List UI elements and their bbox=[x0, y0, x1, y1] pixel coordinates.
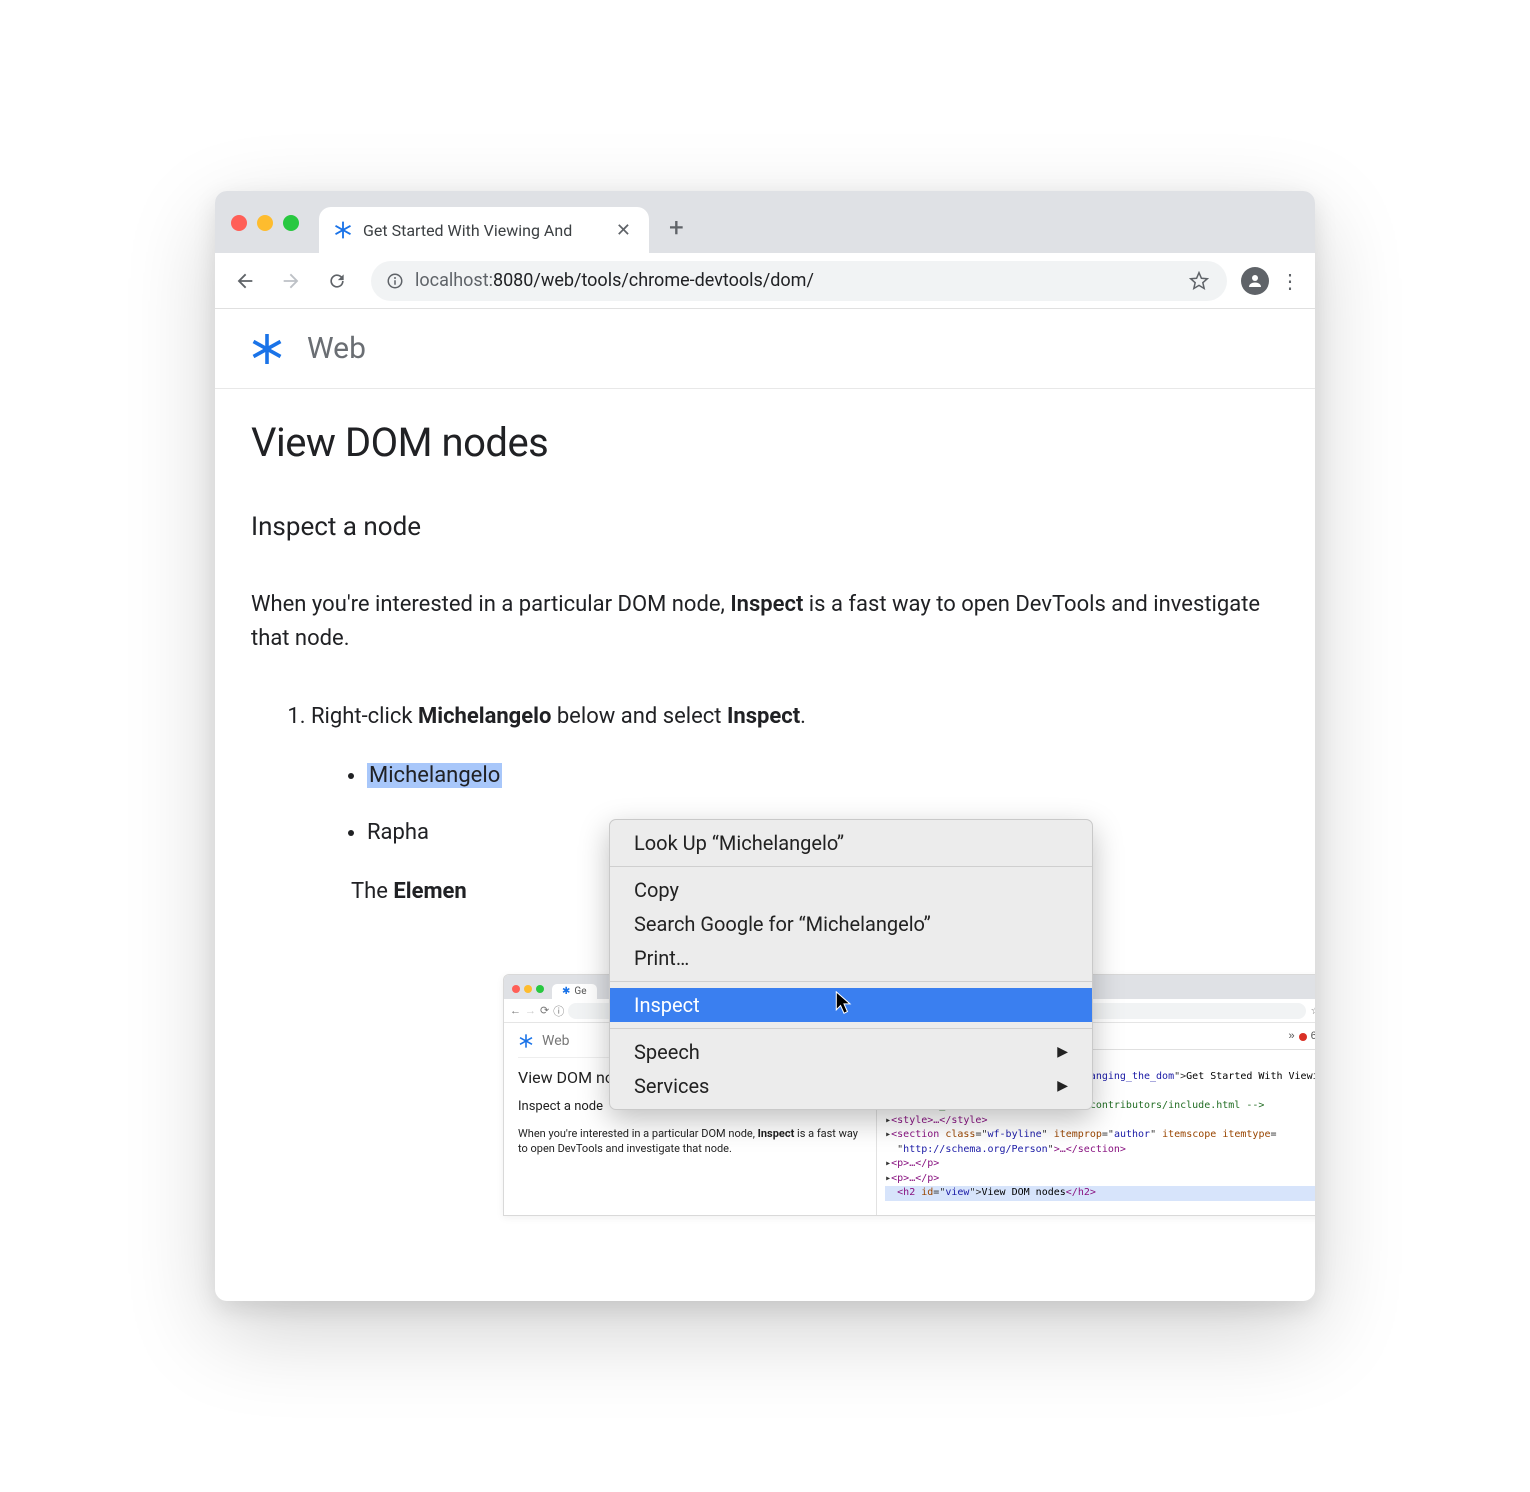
menu-separator bbox=[610, 866, 1092, 867]
bookmark-icon[interactable] bbox=[1189, 271, 1213, 291]
back-icon: ← bbox=[510, 1004, 521, 1017]
address-bar[interactable]: localhost:8080/web/tools/chrome-devtools… bbox=[371, 261, 1227, 301]
forward-icon: → bbox=[525, 1004, 536, 1017]
new-tab-button[interactable]: + bbox=[669, 213, 684, 243]
menu-separator bbox=[610, 981, 1092, 982]
tab-title: Get Started With Viewing And bbox=[363, 221, 600, 240]
close-window-button[interactable] bbox=[231, 215, 247, 231]
code-line: ▸<p>…</p> bbox=[885, 1157, 1315, 1172]
menu-separator bbox=[610, 1028, 1092, 1029]
window-controls bbox=[231, 215, 299, 231]
asterisk-icon: ✱ bbox=[562, 986, 570, 997]
cursor-icon bbox=[835, 991, 853, 1015]
menu-button[interactable]: ⋮ bbox=[1275, 269, 1305, 293]
menu-item-copy[interactable]: Copy bbox=[610, 873, 1092, 907]
info-icon bbox=[385, 271, 405, 291]
list-item[interactable]: Michelangelo bbox=[367, 759, 1279, 792]
code-line-selected: <h2 id="view">View DOM nodes</h2> bbox=[885, 1186, 1315, 1201]
forward-button[interactable] bbox=[271, 261, 311, 301]
reload-button[interactable] bbox=[317, 261, 357, 301]
site-title[interactable]: Web bbox=[307, 331, 366, 366]
chevron-right-icon: ▶ bbox=[1057, 1044, 1068, 1060]
menu-item-services[interactable]: Services▶ bbox=[610, 1069, 1092, 1103]
selected-text: Michelangelo bbox=[367, 763, 502, 788]
code-line: ▸<p>…</p> bbox=[885, 1172, 1315, 1187]
nested-site-title: Web bbox=[542, 1033, 570, 1049]
fullscreen-window-button[interactable] bbox=[283, 215, 299, 231]
context-menu: Look Up “Michelangelo” Copy Search Googl… bbox=[609, 819, 1093, 1110]
profile-avatar[interactable] bbox=[1241, 267, 1269, 295]
chevron-right-icon: ▶ bbox=[1057, 1078, 1068, 1094]
minimize-window-button[interactable] bbox=[257, 215, 273, 231]
back-button[interactable] bbox=[225, 261, 265, 301]
page-heading: View DOM nodes bbox=[251, 419, 1279, 466]
code-line: ▸<style>…</style> bbox=[885, 1114, 1315, 1129]
tab-strip: Get Started With Viewing And ✕ + bbox=[215, 191, 1315, 253]
menu-item-speech[interactable]: Speech▶ bbox=[610, 1035, 1092, 1069]
error-badge: » 6 ⋮ ✕ bbox=[1288, 1029, 1315, 1045]
code-line: ▸<section class="wf-byline" itemprop="au… bbox=[885, 1128, 1315, 1143]
menu-item-print[interactable]: Print… bbox=[610, 941, 1092, 975]
section-heading: Inspect a node bbox=[251, 512, 1279, 542]
close-tab-button[interactable]: ✕ bbox=[610, 218, 637, 243]
menu-item-search[interactable]: Search Google for “Michelangelo” bbox=[610, 907, 1092, 941]
url-text: localhost:8080/web/tools/chrome-devtools… bbox=[415, 270, 814, 291]
asterisk-icon bbox=[249, 331, 285, 367]
asterisk-icon bbox=[333, 220, 353, 240]
browser-tab[interactable]: Get Started With Viewing And ✕ bbox=[319, 207, 649, 253]
browser-window: Get Started With Viewing And ✕ + localh bbox=[215, 191, 1315, 1301]
code-line: "http://schema.org/Person">…</section> bbox=[885, 1143, 1315, 1158]
browser-toolbar: localhost:8080/web/tools/chrome-devtools… bbox=[215, 253, 1315, 309]
bookmark-icon: ☆ bbox=[1310, 1004, 1315, 1017]
intro-paragraph: When you're interested in a particular D… bbox=[251, 588, 1279, 656]
menu-item-lookup[interactable]: Look Up “Michelangelo” bbox=[610, 826, 1092, 860]
reload-icon: ⟳ bbox=[540, 1004, 549, 1017]
site-header: Web bbox=[215, 309, 1315, 389]
asterisk-icon bbox=[518, 1033, 534, 1049]
nested-paragraph: When you're interested in a particular D… bbox=[518, 1126, 862, 1157]
info-icon: ⓘ bbox=[553, 1003, 564, 1019]
